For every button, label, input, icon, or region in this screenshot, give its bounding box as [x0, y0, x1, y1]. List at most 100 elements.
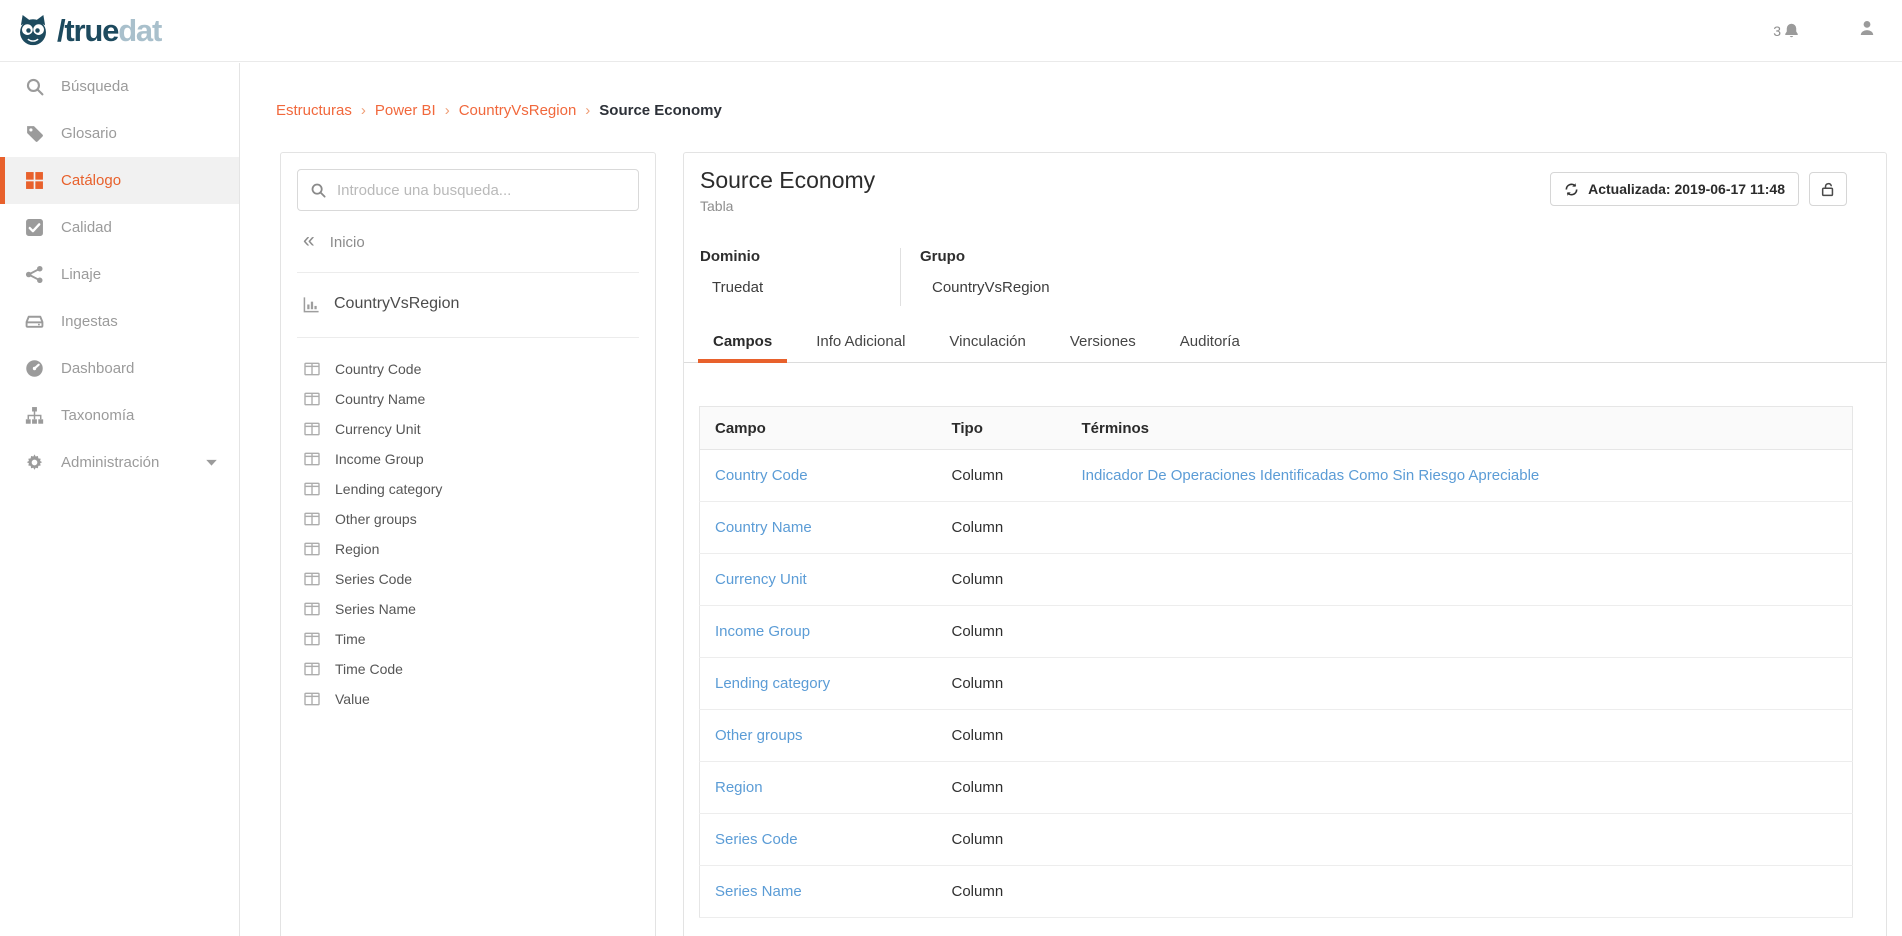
columns-icon [304, 632, 320, 646]
table-row: Income Group Column [700, 606, 1853, 658]
table-row: Series Name Column [700, 866, 1853, 918]
owl-logo-icon [14, 13, 52, 48]
tree-search-input[interactable] [337, 182, 626, 199]
columns-icon [304, 482, 320, 496]
top-bar: /truedat 3 [0, 0, 1902, 62]
breadcrumb-separator: › [585, 102, 590, 119]
columns-icon [304, 572, 320, 586]
table-row: Currency Unit Column [700, 554, 1853, 606]
sidebar-item-glosario[interactable]: Glosario [0, 110, 239, 157]
tree-field-other-groups[interactable]: Other groups [281, 504, 655, 534]
columns-icon [304, 452, 320, 466]
breadcrumb-power-bi[interactable]: Power BI [375, 102, 436, 119]
fields-table: Campo Tipo Términos Country Code Column … [699, 406, 1853, 918]
sidebar-item-calidad[interactable]: Calidad [0, 204, 239, 251]
field-link[interactable]: Country Name [715, 519, 812, 536]
table-row: Region Column [700, 762, 1853, 814]
field-link[interactable]: Region [715, 779, 763, 796]
bell-icon [1783, 22, 1800, 39]
tab-campos[interactable]: Campos [698, 324, 787, 363]
tree-field-value[interactable]: Value [281, 684, 655, 714]
table-row: Lending category Column [700, 658, 1853, 710]
structure-type: Tabla [700, 198, 875, 214]
field-link[interactable]: Series Name [715, 883, 802, 900]
tab-vinculacion[interactable]: Vinculación [934, 324, 1040, 363]
field-link[interactable]: Other groups [715, 727, 803, 744]
tree-field-time[interactable]: Time [281, 624, 655, 654]
app-window: /truedat 3 Búsqueda [0, 0, 1902, 936]
column-header-terminos: Términos [1067, 407, 1853, 450]
columns-icon [304, 692, 320, 706]
bar-chart-icon [303, 296, 320, 313]
tag-icon [25, 124, 44, 143]
breadcrumb-estructuras[interactable]: Estructuras [276, 102, 352, 119]
table-row: Series Code Column [700, 814, 1853, 866]
tree-parent-node[interactable]: CountryVsRegion [281, 286, 655, 322]
sidebar-item-catalogo[interactable]: Catálogo [0, 157, 239, 204]
tab-info-adicional[interactable]: Info Adicional [801, 324, 920, 363]
column-header-tipo: Tipo [937, 407, 1067, 450]
tree-field-time-code[interactable]: Time Code [281, 654, 655, 684]
sidebar-item-dashboard[interactable]: Dashboard [0, 345, 239, 392]
sidebar-item-busqueda[interactable]: Búsqueda [0, 63, 239, 110]
tree-field-country-name[interactable]: Country Name [281, 384, 655, 414]
tree-field-country-code[interactable]: Country Code [281, 354, 655, 384]
table-row: Other groups Column [700, 710, 1853, 762]
term-link[interactable]: Indicador De Operaciones Identificadas C… [1082, 467, 1540, 484]
tree-field-lending-category[interactable]: Lending category [281, 474, 655, 504]
group-label: Grupo [920, 248, 1050, 265]
breadcrumb-current: Source Economy [599, 102, 722, 119]
divider [297, 337, 639, 338]
page-title: Source Economy [700, 167, 875, 194]
tree-field-region[interactable]: Region [281, 534, 655, 564]
tree-field-income-group[interactable]: Income Group [281, 444, 655, 474]
check-square-icon [25, 218, 44, 237]
search-icon [25, 77, 44, 96]
grid-icon [25, 171, 44, 190]
tree-field-currency-unit[interactable]: Currency Unit [281, 414, 655, 444]
columns-icon [304, 662, 320, 676]
tab-auditoria[interactable]: Auditoría [1165, 324, 1255, 363]
field-link[interactable]: Lending category [715, 675, 830, 692]
divider [297, 272, 639, 273]
field-link[interactable]: Series Code [715, 831, 798, 848]
tab-versiones[interactable]: Versiones [1055, 324, 1151, 363]
updated-button[interactable]: Actualizada: 2019-06-17 11:48 [1550, 172, 1799, 206]
user-menu-button[interactable] [1858, 19, 1876, 42]
sync-icon [1564, 182, 1579, 197]
sidebar-item-linaje[interactable]: Linaje [0, 251, 239, 298]
field-link[interactable]: Country Code [715, 467, 808, 484]
tree-search-box [297, 169, 639, 211]
sidebar-item-administracion[interactable]: Administración [0, 439, 239, 486]
sidebar: Búsqueda Glosario Catálogo Calidad [0, 63, 240, 936]
sidebar-item-ingestas[interactable]: Ingestas [0, 298, 239, 345]
field-link[interactable]: Income Group [715, 623, 810, 640]
double-chevron-left-icon: « [303, 230, 315, 251]
structure-detail-panel: Source Economy Tabla Actualizada: 2019-0… [683, 152, 1887, 936]
logo-wordmark: /truedat [57, 13, 161, 49]
app-logo[interactable]: /truedat [14, 13, 161, 49]
tree-back-inicio[interactable]: « Inicio [281, 227, 655, 257]
sidebar-item-taxonomia[interactable]: Taxonomía [0, 392, 239, 439]
tab-bar: Campos Info Adicional Vinculación Versio… [684, 324, 1886, 363]
columns-icon [304, 422, 320, 436]
ingest-icon [25, 312, 44, 331]
search-icon [310, 182, 326, 198]
field-link[interactable]: Currency Unit [715, 571, 807, 588]
table-row: Country Code Column Indicador De Operaci… [700, 450, 1853, 502]
meta-section: Dominio Truedat Grupo CountryVsRegion [684, 248, 1886, 306]
share-icon [25, 265, 44, 284]
tree-field-series-name[interactable]: Series Name [281, 594, 655, 624]
columns-icon [304, 362, 320, 376]
group-value: CountryVsRegion [920, 279, 1050, 296]
chevron-down-icon [206, 459, 217, 466]
notifications-button[interactable]: 3 [1773, 22, 1800, 39]
breadcrumb-separator: › [445, 102, 450, 119]
notification-count: 3 [1773, 23, 1781, 39]
lock-button[interactable] [1809, 172, 1847, 206]
breadcrumb-countryvsregion[interactable]: CountryVsRegion [459, 102, 577, 119]
gear-icon [25, 453, 44, 472]
domain-label: Dominio [700, 248, 900, 265]
breadcrumb: Estructuras › Power BI › CountryVsRegion… [276, 102, 722, 119]
tree-field-series-code[interactable]: Series Code [281, 564, 655, 594]
